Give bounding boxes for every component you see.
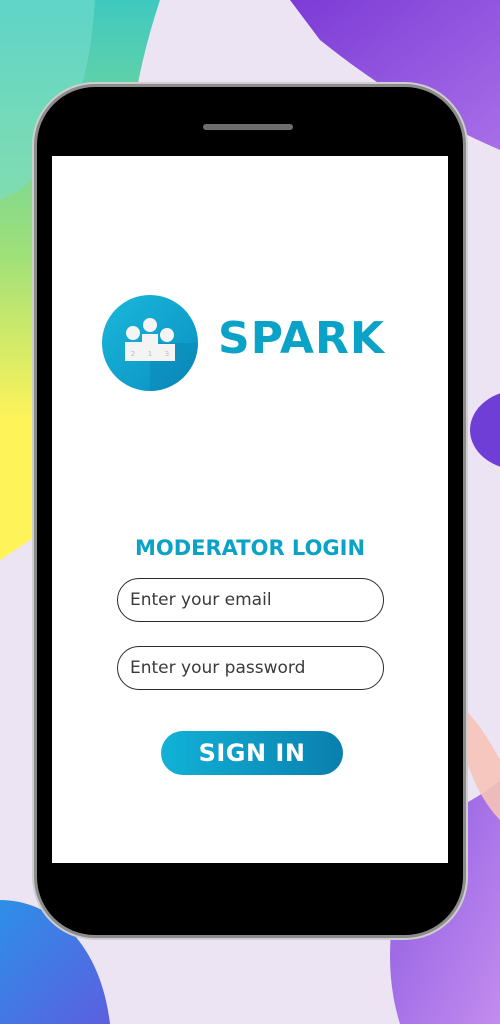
podium-number-1: 1 xyxy=(148,350,152,358)
password-field[interactable] xyxy=(118,647,383,689)
sign-in-button[interactable]: SIGN IN xyxy=(161,731,343,775)
phone-speaker xyxy=(203,124,293,130)
email-field[interactable] xyxy=(118,579,383,621)
phone-frame: 2 1 3 SPARK MODERATOR LOGIN SIGN IN xyxy=(37,87,463,935)
podium-number-2: 2 xyxy=(131,350,135,358)
phone-screen: 2 1 3 SPARK MODERATOR LOGIN SIGN IN xyxy=(52,156,448,863)
email-field-wrapper xyxy=(117,578,384,622)
password-field-wrapper xyxy=(117,646,384,690)
login-title: MODERATOR LOGIN xyxy=(134,536,366,560)
podium-icon: 2 1 3 xyxy=(102,295,198,391)
podium-number-3: 3 xyxy=(165,350,169,358)
brand-name: SPARK xyxy=(218,313,385,364)
